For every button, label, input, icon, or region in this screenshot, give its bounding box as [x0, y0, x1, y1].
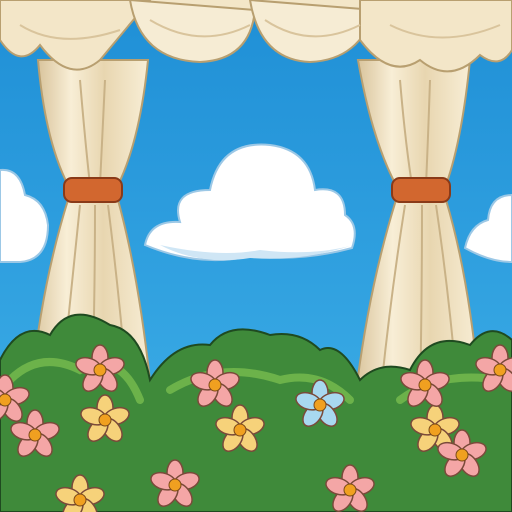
- stage-scene: [0, 0, 512, 512]
- tieback-right: [391, 177, 451, 203]
- tieback-left: [63, 177, 123, 203]
